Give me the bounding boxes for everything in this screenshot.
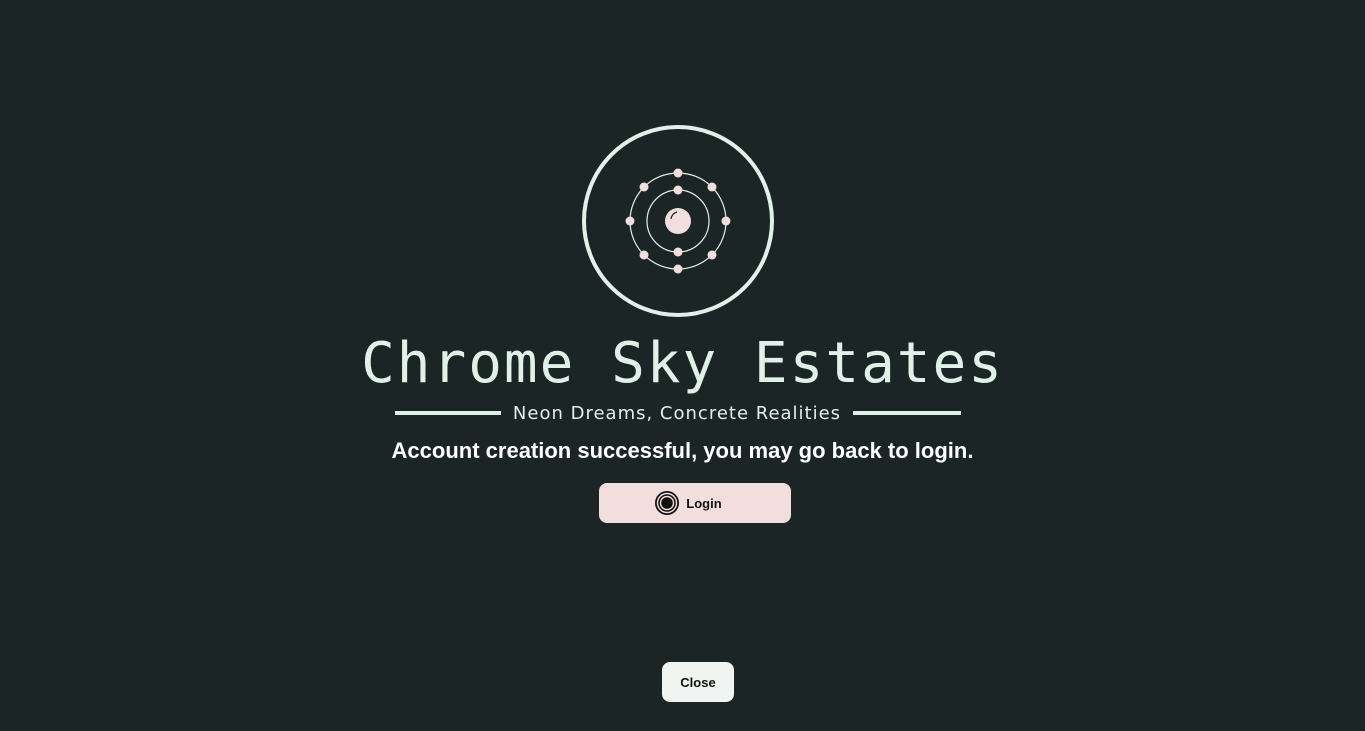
- tagline-divider-right: [852, 411, 961, 415]
- logo-atom-icon: [582, 125, 774, 317]
- tagline: Neon Dreams, Concrete Realities: [512, 402, 842, 424]
- login-button-label: Login: [686, 495, 722, 511]
- target-icon: [655, 491, 680, 515]
- success-message: Account creation successful, you may go …: [391, 438, 974, 463]
- brand-title: Chrome Sky Estates: [361, 331, 1004, 396]
- tagline-row: Neon Dreams, Concrete Realities: [395, 401, 961, 425]
- login-button[interactable]: Login: [599, 483, 791, 523]
- tagline-divider-left: [395, 411, 501, 415]
- close-button[interactable]: Close: [662, 662, 734, 702]
